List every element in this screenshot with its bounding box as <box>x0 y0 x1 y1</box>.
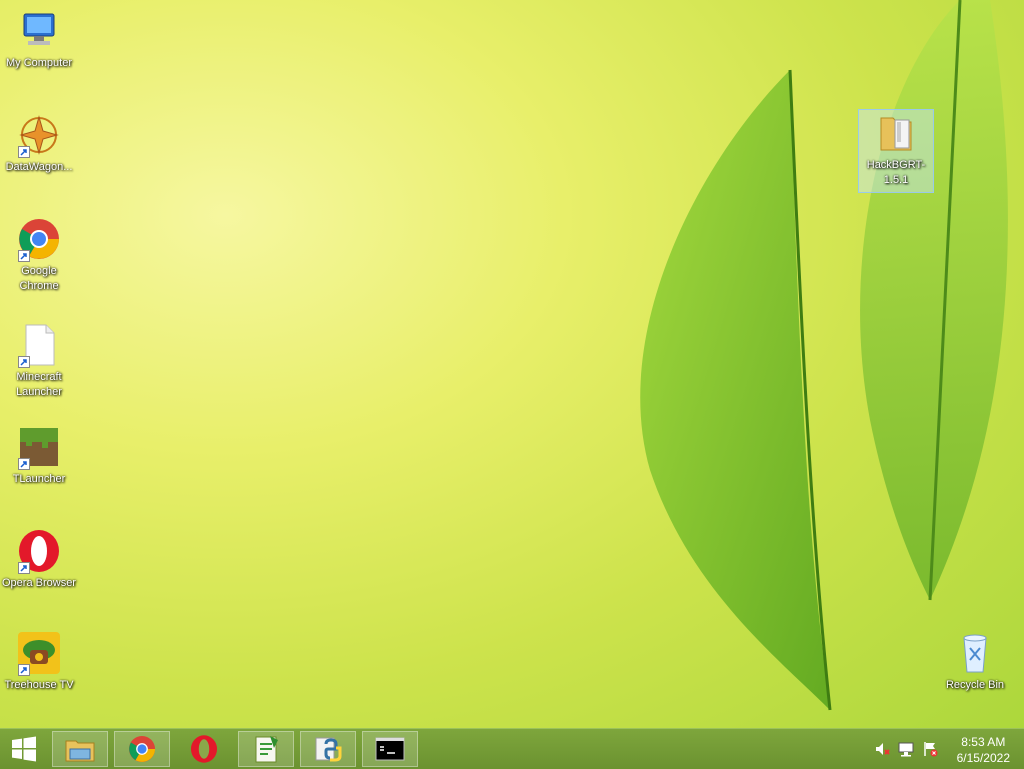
desktop-icon-label: Opera Browser <box>2 577 76 589</box>
hackbgrt-folder-icon[interactable]: HackBGRT-1.5.1 <box>858 109 934 193</box>
computer-icon <box>16 8 62 54</box>
taskbar: 8:53 AM 6/15/2022 <box>0 728 1024 769</box>
network-icon[interactable] <box>898 741 914 757</box>
shortcut-arrow-icon <box>18 458 30 470</box>
desktop-icon-label: Treehouse TV <box>4 679 74 691</box>
datawagon-icon[interactable]: DataWagon... <box>1 112 77 175</box>
desktop-icon-label: Google Chrome <box>19 265 59 292</box>
tlauncher-icon[interactable]: TLauncher <box>1 424 77 487</box>
treehouse-tv-icon[interactable]: Treehouse TV <box>1 630 77 693</box>
opera-browser-icon[interactable]: Opera Browser <box>1 528 77 591</box>
action-center-flag-icon[interactable] <box>922 741 938 757</box>
datawagon-logo-icon <box>16 112 62 158</box>
grass-block-icon <box>16 424 62 470</box>
minecraft-launcher-icon[interactable]: Minecraft Launcher <box>1 322 77 400</box>
taskbar-chrome[interactable] <box>114 731 170 767</box>
taskbar-python[interactable] <box>300 731 356 767</box>
taskbar-notepadpp[interactable] <box>238 731 294 767</box>
desktop-icon-label: DataWagon... <box>5 161 73 173</box>
recycle-bin-graphic-icon <box>952 630 998 676</box>
shortcut-arrow-icon <box>18 664 30 676</box>
treehouse-logo-icon <box>16 630 62 676</box>
chrome-icon <box>128 735 156 763</box>
notepadpp-icon <box>255 736 278 763</box>
clock-time: 8:53 AM <box>961 735 1006 749</box>
file-explorer-icon <box>65 740 95 762</box>
chrome-logo-icon <box>16 216 62 262</box>
desktop-icon-label: TLauncher <box>12 473 66 485</box>
desktop-icon-label: My Computer <box>5 57 73 69</box>
desktop-icon-label: Recycle Bin <box>945 679 1005 691</box>
desktop-icon-label: HackBGRT-1.5.1 <box>866 159 926 186</box>
desktop-icon-label: Minecraft Launcher <box>16 371 62 398</box>
clock[interactable]: 8:53 AM 6/15/2022 <box>957 734 1010 766</box>
google-chrome-icon[interactable]: Google Chrome <box>1 216 77 294</box>
taskbar-opera[interactable] <box>176 731 232 767</box>
my-computer-icon[interactable]: My Computer <box>1 8 77 71</box>
taskbar-cmd[interactable] <box>362 731 418 767</box>
cmd-icon <box>375 737 405 761</box>
clock-date: 6/15/2022 <box>956 751 1010 765</box>
blank-file-icon <box>16 322 62 368</box>
shortcut-arrow-icon <box>18 562 30 574</box>
opera-logo-icon <box>16 528 62 574</box>
start-button[interactable] <box>0 731 48 767</box>
recycle-bin-icon[interactable]: Recycle Bin <box>937 630 1013 693</box>
shortcut-arrow-icon <box>18 250 30 262</box>
shortcut-arrow-icon <box>18 356 30 368</box>
windows-logo-icon <box>12 736 36 762</box>
volume-muted-icon[interactable] <box>874 741 890 757</box>
opera-icon <box>190 735 218 763</box>
shortcut-arrow-icon <box>18 146 30 158</box>
folder-icon <box>873 110 919 156</box>
python-icon <box>315 737 342 762</box>
taskbar-file-explorer[interactable] <box>52 731 108 767</box>
